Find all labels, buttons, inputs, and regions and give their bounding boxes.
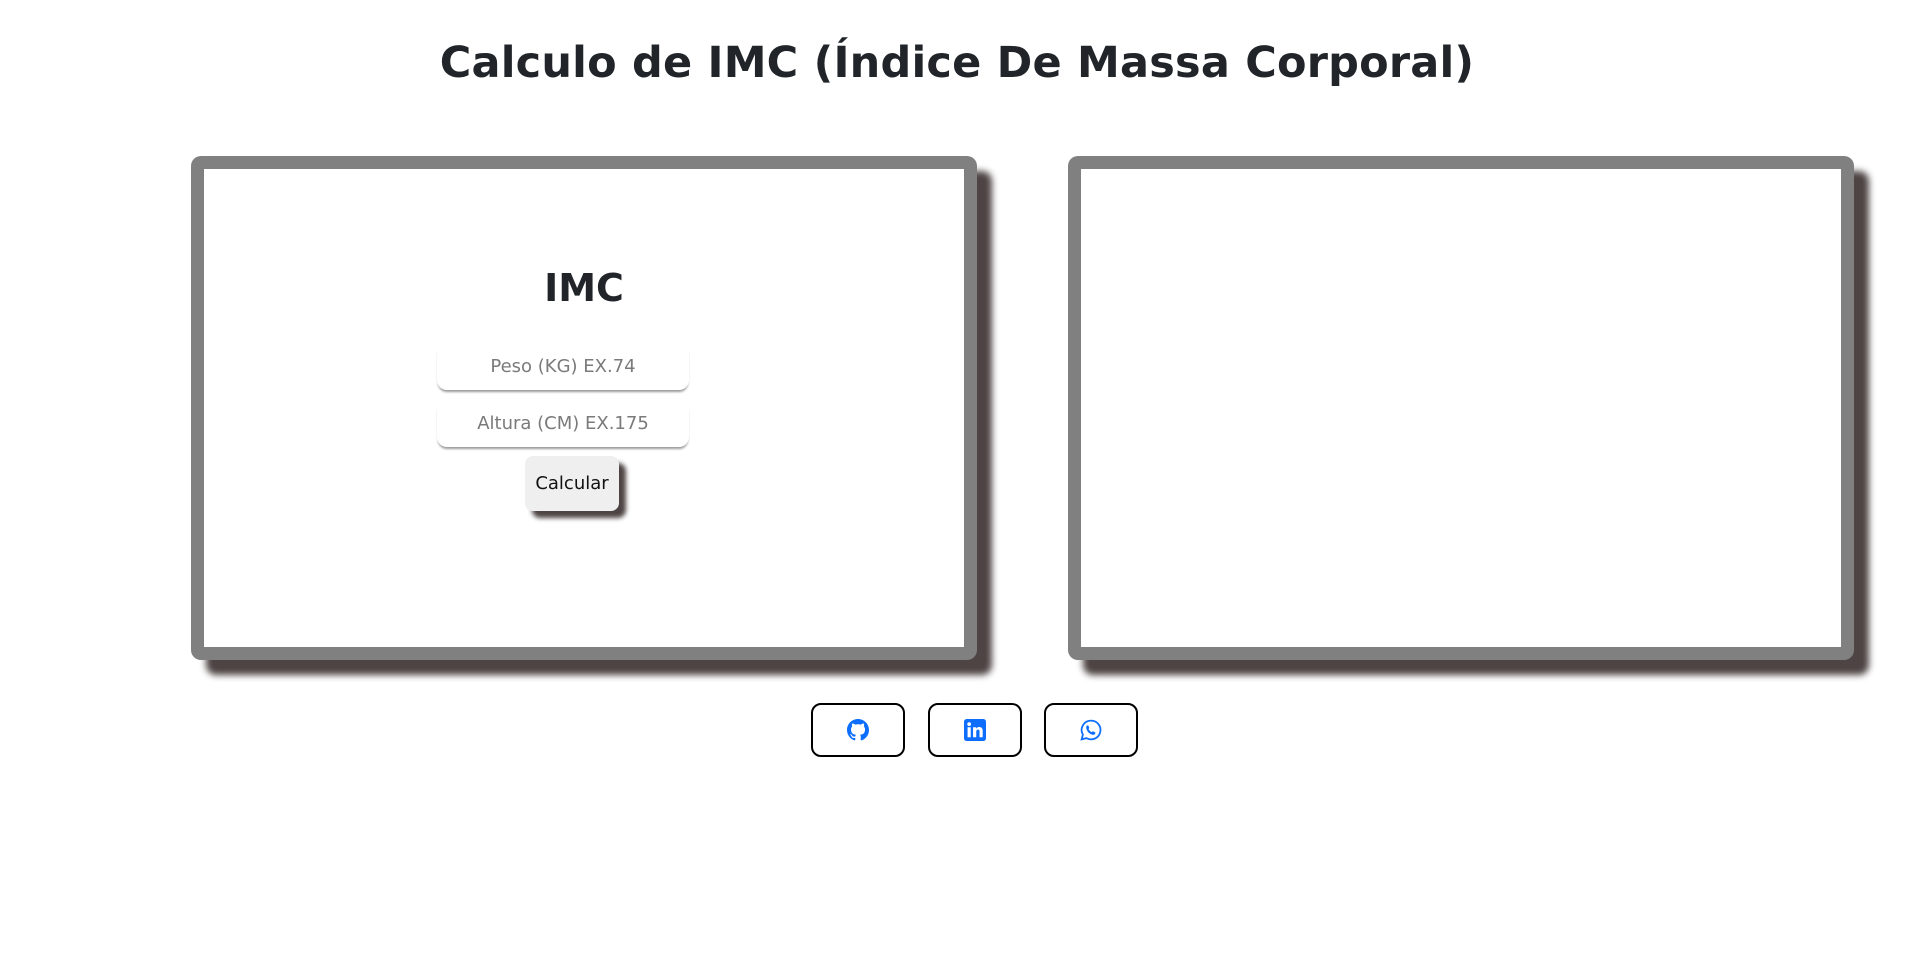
whatsapp-icon xyxy=(1080,719,1102,741)
altura-input[interactable] xyxy=(437,399,689,447)
whatsapp-button[interactable] xyxy=(1044,703,1138,757)
page-title: Calculo de IMC (Índice De Massa Corporal… xyxy=(439,38,1475,88)
linkedin-button[interactable] xyxy=(928,703,1022,757)
imc-form-card: IMC Calcular xyxy=(191,156,977,660)
github-button[interactable] xyxy=(811,703,905,757)
peso-input[interactable] xyxy=(437,342,689,390)
result-card xyxy=(1068,156,1854,660)
github-icon xyxy=(847,719,869,741)
linkedin-icon xyxy=(964,719,986,741)
form-heading: IMC xyxy=(544,266,624,310)
imc-form: IMC Calcular xyxy=(204,169,964,647)
calcular-button[interactable]: Calcular xyxy=(525,456,619,511)
